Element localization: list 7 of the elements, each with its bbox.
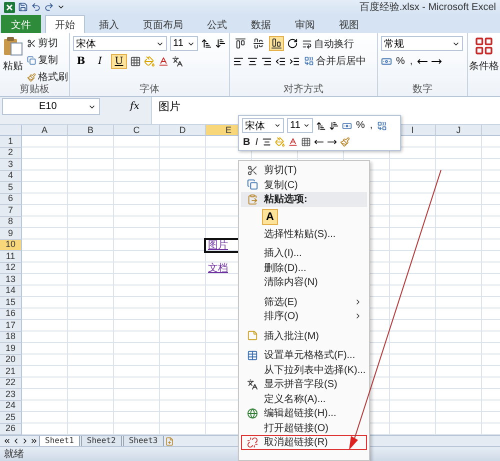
group-label: 剪贴板 <box>18 84 50 96</box>
group-label: 字体 <box>138 84 160 96</box>
window-title: 百度经验.xlsx - Microsoft Excel <box>359 0 496 14</box>
group-label: 对齐方式 <box>282 84 324 96</box>
status-text: 就绪 <box>4 448 24 461</box>
group-label: 数字 <box>412 84 434 96</box>
menu-header: 粘贴选项: <box>241 192 367 206</box>
